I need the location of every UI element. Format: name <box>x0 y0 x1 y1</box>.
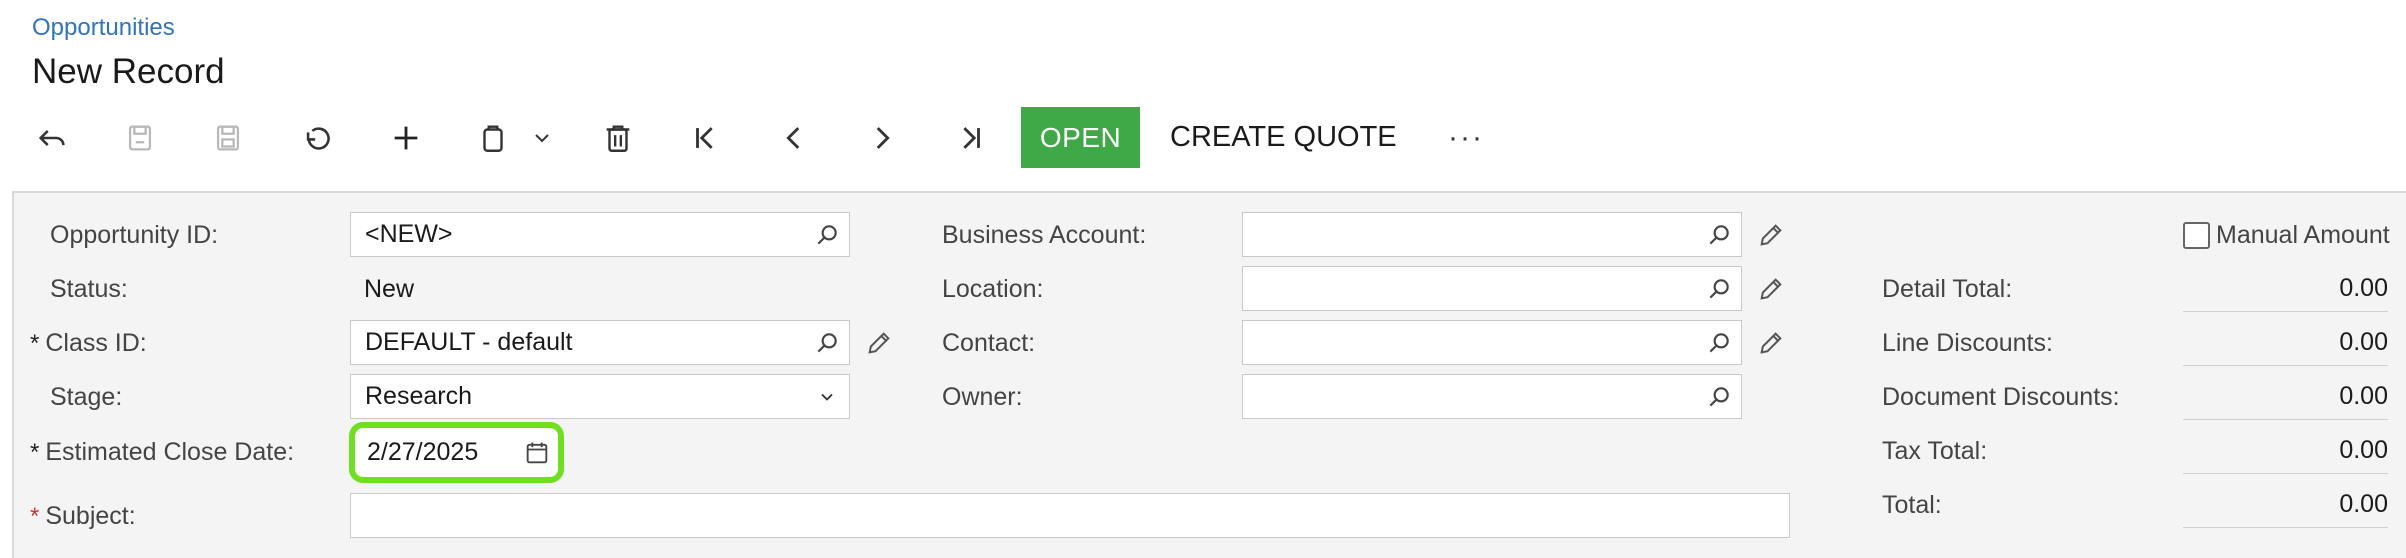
stage-dropdown[interactable]: Research <box>350 374 850 419</box>
first-record-icon[interactable] <box>676 105 736 171</box>
required-marker: * <box>30 503 40 530</box>
contact-field[interactable] <box>1242 320 1742 365</box>
estimated-close-date-label: * Estimated Close Date: <box>30 438 295 466</box>
search-icon[interactable] <box>1697 267 1741 310</box>
next-record-icon[interactable] <box>852 105 912 171</box>
edit-pencil-icon[interactable] <box>862 326 896 360</box>
estimated-close-date-field[interactable]: 2/27/2025 <box>349 422 564 483</box>
subject-field[interactable] <box>350 493 1790 538</box>
opportunity-id-label: Opportunity ID: <box>50 221 219 249</box>
calendar-icon[interactable] <box>516 439 558 467</box>
edit-pencil-icon[interactable] <box>1754 326 1788 360</box>
create-quote-button[interactable]: CREATE QUOTE <box>1170 107 1397 168</box>
open-button[interactable]: OPEN <box>1021 107 1140 168</box>
business-account-field[interactable] <box>1242 212 1742 257</box>
subject-label: * Subject: <box>30 502 136 530</box>
opportunity-id-value: <NEW> <box>365 220 453 248</box>
add-icon[interactable] <box>376 105 436 171</box>
save-icon[interactable] <box>198 105 258 171</box>
previous-record-icon[interactable] <box>764 105 824 171</box>
required-marker: * <box>30 330 40 357</box>
last-record-icon[interactable] <box>940 105 1000 171</box>
tax-total-label: Tax Total: <box>1882 437 1988 465</box>
stage-value: Research <box>365 382 472 410</box>
status-label: Status: <box>50 275 128 303</box>
line-discounts-value: 0.00 <box>2183 328 2388 366</box>
more-actions-button[interactable]: ··· <box>1440 107 1492 168</box>
search-icon[interactable] <box>805 321 849 364</box>
total-label: Total: <box>1882 491 1942 519</box>
class-id-label: * Class ID: <box>30 329 147 357</box>
detail-total-value: 0.00 <box>2183 274 2388 312</box>
class-id-value: DEFAULT - default <box>365 328 573 356</box>
owner-field[interactable] <box>1242 374 1742 419</box>
search-icon[interactable] <box>1697 213 1741 256</box>
save-close-icon[interactable] <box>110 105 170 171</box>
search-icon[interactable] <box>1697 375 1741 418</box>
search-icon[interactable] <box>1697 321 1741 364</box>
undo-back-icon[interactable] <box>22 105 82 171</box>
detail-total-label: Detail Total: <box>1882 275 2013 303</box>
opportunity-id-field[interactable]: <NEW> <box>350 212 850 257</box>
page-title: New Record <box>32 52 225 91</box>
edit-pencil-icon[interactable] <box>1754 218 1788 252</box>
chevron-down-icon[interactable] <box>805 375 849 418</box>
stage-label: Stage: <box>50 383 123 411</box>
delete-icon[interactable] <box>588 105 648 171</box>
required-marker: * <box>30 439 40 466</box>
location-field[interactable] <box>1242 266 1742 311</box>
class-id-field[interactable]: DEFAULT - default <box>350 320 850 365</box>
manual-amount-label: Manual Amount <box>2216 221 2390 249</box>
document-discounts-label: Document Discounts: <box>1882 383 2120 411</box>
business-account-label: Business Account: <box>942 221 1147 249</box>
line-discounts-label: Line Discounts: <box>1882 329 2053 357</box>
manual-amount-checkbox[interactable] <box>2183 222 2210 249</box>
chevron-down-icon[interactable] <box>514 105 570 171</box>
location-label: Location: <box>942 275 1044 303</box>
document-discounts-value: 0.00 <box>2183 382 2388 420</box>
contact-label: Contact: <box>942 329 1036 357</box>
owner-label: Owner: <box>942 383 1023 411</box>
revert-icon[interactable] <box>288 105 348 171</box>
edit-pencil-icon[interactable] <box>1754 272 1788 306</box>
status-value: New <box>364 275 415 303</box>
breadcrumb[interactable]: Opportunities <box>32 14 175 42</box>
total-value: 0.00 <box>2183 490 2388 528</box>
tax-total-value: 0.00 <box>2183 436 2388 474</box>
search-icon[interactable] <box>805 213 849 256</box>
estimated-close-date-value: 2/27/2025 <box>367 438 479 466</box>
